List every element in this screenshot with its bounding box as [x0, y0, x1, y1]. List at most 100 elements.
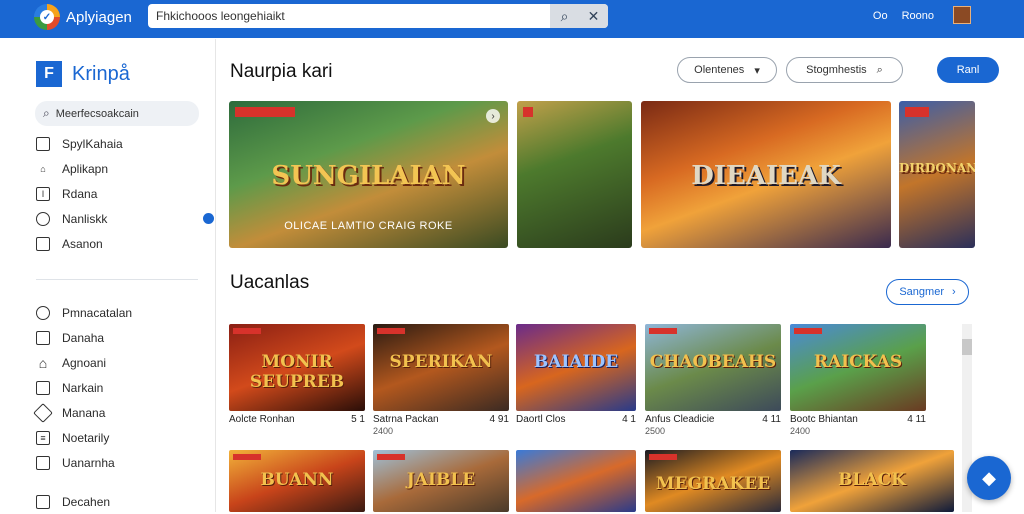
- home-icon: ⌂: [38, 354, 48, 371]
- game-card[interactable]: CHAOBEAHS Anfus Cleadicie 4 11 2500: [645, 324, 781, 437]
- card-name: Daortl Clos: [516, 414, 566, 425]
- card-thumb-title: JAIBLE: [406, 470, 476, 490]
- top-link-2[interactable]: Roono: [902, 10, 934, 22]
- card-thumb-title: SPERIKAN: [389, 352, 493, 372]
- card-tag: [794, 328, 822, 334]
- search-button[interactable]: Stogmhestis ⌕: [786, 57, 903, 83]
- banner-title: DIEAIEAK: [691, 161, 841, 191]
- search-icon[interactable]: ⌕: [550, 4, 579, 28]
- game-card[interactable]: BUANN: [229, 450, 365, 512]
- close-icon[interactable]: ✕: [579, 4, 608, 28]
- close-icon[interactable]: ›: [486, 109, 500, 123]
- shield-icon: [33, 402, 53, 423]
- image-icon: [36, 330, 50, 345]
- top-search-bar: ⌕ ✕: [148, 4, 608, 28]
- sidebar-divider: [36, 279, 198, 280]
- card-tag: [233, 454, 261, 460]
- sidebar-item-8[interactable]: ⌂ Agnoani: [36, 350, 206, 375]
- game-card[interactable]: MONIR SEUPREB Aolcte Ronhan 5 1: [229, 324, 365, 437]
- banner-title: DIRDONAN: [899, 161, 975, 175]
- sidebar-item-9[interactable]: Narkain: [36, 375, 206, 400]
- chevron-down-icon: ▾: [754, 64, 760, 77]
- mail-icon: [36, 136, 50, 151]
- card-thumb-title: BLACK: [838, 470, 906, 490]
- sidebar-search[interactable]: ⌕ Meerfecsoakcain: [35, 101, 199, 126]
- game-card[interactable]: SPERIKAN Satrna Packan 4 91 2400: [373, 324, 509, 437]
- see-all-button[interactable]: Sangmer ›: [886, 279, 969, 305]
- sidebar: F Krinpå ⌕ Meerfecsoakcain SpylKahaia ⌂ …: [0, 39, 216, 512]
- sidebar-item-7[interactable]: Danaha: [36, 325, 206, 350]
- section-title: Uacanlas: [230, 272, 310, 293]
- card-name: Bootc Bhiantan: [790, 414, 858, 425]
- list-icon: ≡: [36, 430, 50, 445]
- card-thumb-title: MONIR SEUPREB: [249, 352, 345, 392]
- game-card[interactable]: JAIBLE: [373, 450, 509, 512]
- game-card[interactable]: BAIAIDE Daortl Clos 4 1: [516, 324, 636, 437]
- card-rating: 4 11: [762, 414, 781, 425]
- banner-1[interactable]: › SUNGILAIAN OLICAE LAMTIO CRAIG ROKE: [229, 101, 508, 248]
- sidebar-item-6[interactable]: Pmnacatalan: [36, 300, 206, 325]
- app-logo-icon[interactable]: ✓: [34, 4, 60, 30]
- card-sub: 2500: [645, 426, 666, 436]
- card-tag: [649, 328, 677, 334]
- banner-title: SUNGILAIAN: [271, 161, 466, 191]
- card-tag: [649, 454, 677, 460]
- game-card[interactable]: MEGRAKEE: [645, 450, 781, 512]
- game-card[interactable]: [516, 450, 636, 512]
- card-tag: [377, 454, 405, 460]
- chat-fab-button[interactable]: ◆: [967, 456, 1011, 500]
- sidebar-item-10[interactable]: Manana: [33, 400, 206, 425]
- sidebar-brand[interactable]: F Krinpå: [36, 61, 130, 87]
- sidebar-item-11[interactable]: ≡ Noetarily: [36, 425, 206, 450]
- card-sub: [516, 426, 636, 437]
- game-card[interactable]: BLACK: [790, 450, 954, 512]
- game-card[interactable]: RAICKAS Bootc Bhiantan 4 11 2400: [790, 324, 926, 437]
- sidebar-item-1[interactable]: SpylKahaia: [36, 131, 206, 156]
- card-sub: 2400: [373, 426, 394, 436]
- card-thumb-title: BAIAIDE: [533, 352, 619, 372]
- top-bar: ✓ Aplyiagen ⌕ ✕ Oo Roono: [0, 0, 1024, 38]
- sidebar-nav-secondary: Pmnacatalan Danaha ⌂ Agnoani Narkain Man…: [33, 300, 206, 514]
- link-icon: [36, 305, 50, 320]
- card-sub: [229, 426, 365, 437]
- sidebar-nav-primary: SpylKahaia ⌂ Aplikapn l Rdana Nanliskk A…: [36, 131, 214, 256]
- card-tag: [233, 328, 261, 334]
- avatar[interactable]: [953, 6, 971, 24]
- brand-icon: F: [36, 61, 62, 87]
- search-input[interactable]: [148, 5, 550, 27]
- card-rating: 4 11: [907, 414, 926, 425]
- notification-badge: [203, 213, 214, 224]
- banner-tag: [235, 107, 295, 117]
- page-title: Naurpia kari: [230, 61, 333, 82]
- banner-tag: [523, 107, 533, 117]
- sidebar-item-4[interactable]: Nanliskk: [36, 206, 214, 231]
- chevron-right-icon: ›: [951, 286, 956, 298]
- sidebar-item-13[interactable]: Decahen: [36, 489, 206, 514]
- card-name: Anfus Cleadicie: [645, 414, 715, 425]
- primary-button[interactable]: Ranl: [937, 57, 999, 83]
- square-icon: [36, 380, 50, 395]
- search-icon: ⌕: [43, 106, 50, 120]
- banner-tag: [905, 107, 929, 117]
- banner-3[interactable]: DIEAIEAK: [641, 101, 891, 248]
- top-link-1[interactable]: Oo: [873, 10, 888, 22]
- sort-dropdown[interactable]: Olentenes ▾: [677, 57, 777, 83]
- card-rating: 4 91: [489, 414, 509, 425]
- sidebar-item-2[interactable]: ⌂ Aplikapn: [36, 156, 206, 181]
- main-content: Naurpia kari Olentenes ▾ Stogmhestis ⌕ R…: [217, 39, 1024, 512]
- doc-icon: l: [36, 186, 50, 201]
- square-icon: [36, 494, 50, 509]
- card-name: Aolcte Ronhan: [229, 414, 295, 425]
- card-rating: 4 1: [622, 414, 636, 425]
- sidebar-item-3[interactable]: l Rdana: [36, 181, 206, 206]
- sidebar-item-5[interactable]: Asanon: [36, 231, 206, 256]
- scrollbar-thumb[interactable]: [962, 339, 972, 355]
- card-thumb-title: BUANN: [260, 470, 334, 490]
- box-icon: [36, 236, 50, 251]
- sidebar-search-label: Meerfecsoakcain: [55, 107, 139, 120]
- sidebar-item-12[interactable]: Uanarnha: [36, 450, 206, 475]
- banner-4[interactable]: DIRDONAN: [899, 101, 975, 248]
- card-name: Satrna Packan: [373, 414, 439, 425]
- banner-2[interactable]: [517, 101, 632, 248]
- chat-icon: ◆: [982, 467, 996, 488]
